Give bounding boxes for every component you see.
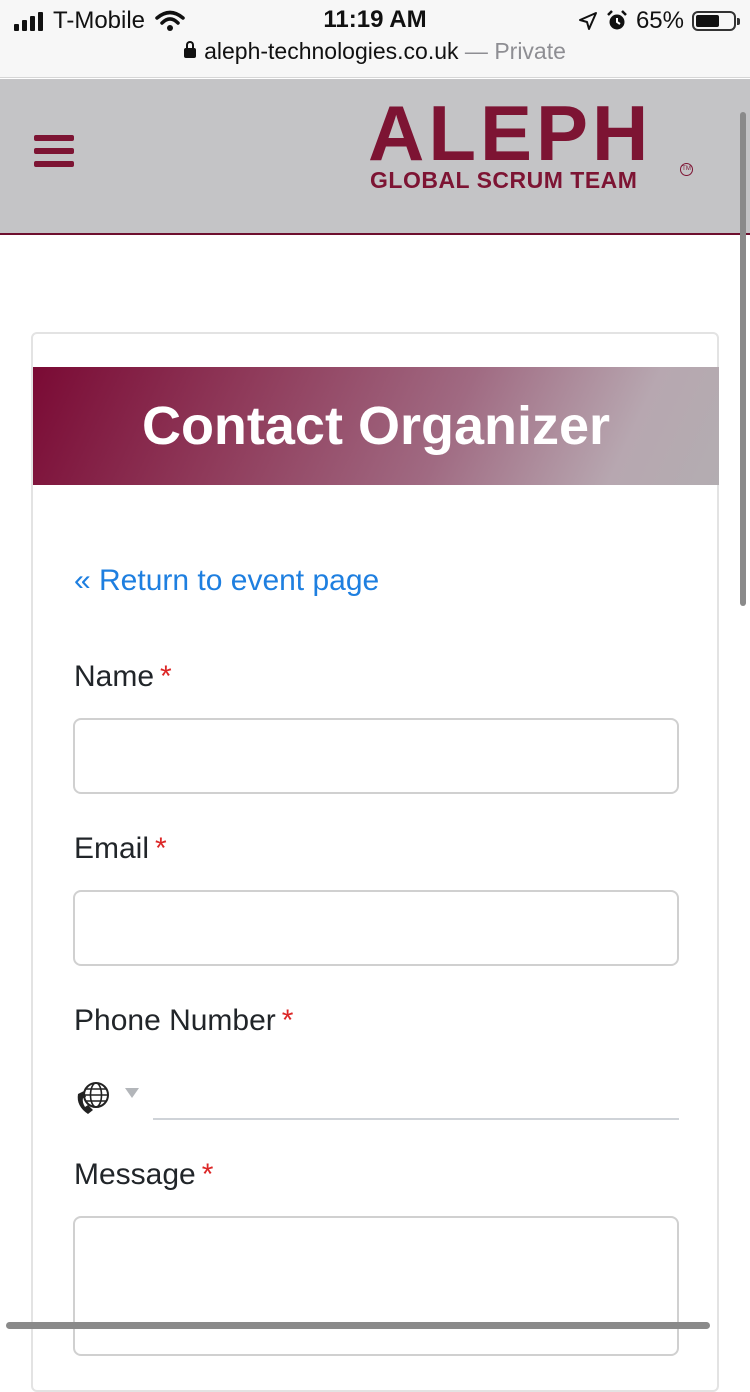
phone-label: Phone Number * (74, 1004, 293, 1038)
phone-input-row (73, 1076, 679, 1122)
card-banner: Contact Organizer (33, 367, 719, 485)
horizontal-scrollbar[interactable] (6, 1322, 710, 1329)
page-title: Contact Organizer (141, 396, 611, 456)
required-marker: * (160, 660, 172, 693)
aleph-logo[interactable]: ALEPH GLOBAL SCRUM TEAM TM (368, 93, 698, 213)
address-bar[interactable]: aleph-technologies.co.uk — Private (0, 38, 750, 65)
logo-tagline: GLOBAL SCRUM TEAM (370, 167, 638, 193)
email-label: Email * (74, 832, 167, 866)
private-mode-label: Private (494, 38, 566, 64)
globe-phone-icon[interactable] (75, 1080, 113, 1118)
required-marker: * (155, 832, 167, 865)
message-label-text: Message (74, 1158, 196, 1191)
return-to-event-link[interactable]: « Return to event page (74, 564, 379, 598)
name-label: Name * (74, 660, 172, 694)
hamburger-menu-icon[interactable] (34, 135, 74, 171)
logo-wordmark: ALEPH (368, 89, 653, 177)
trademark-mark: TM (680, 163, 693, 176)
required-marker: * (281, 1004, 294, 1037)
email-label-text: Email (74, 832, 150, 865)
battery-icon (692, 11, 740, 31)
site-header: ALEPH GLOBAL SCRUM TEAM TM (0, 79, 750, 235)
status-right: 65% (578, 6, 740, 36)
name-label-text: Name (74, 660, 155, 693)
phone-label-text: Phone Number (74, 1004, 276, 1037)
location-arrow-icon (578, 12, 597, 30)
message-label: Message * (74, 1158, 213, 1192)
alarm-clock-icon (607, 10, 627, 30)
lock-icon (184, 41, 197, 58)
country-dropdown-arrow-icon[interactable] (125, 1088, 139, 1098)
phone-number-input[interactable] (153, 1118, 679, 1120)
vertical-scrollbar[interactable] (740, 112, 746, 606)
url-separator: — (458, 38, 495, 64)
status-bar: T-Mobile 11:19 AM 65% aleph-technologies… (0, 0, 750, 78)
contact-card: Contact Organizer « Return to event page… (31, 332, 719, 1392)
battery-fill (696, 15, 720, 27)
name-input[interactable] (73, 718, 679, 794)
url-text: aleph-technologies.co.uk (204, 38, 459, 64)
battery-percent: 65% (635, 7, 684, 34)
required-marker: * (201, 1158, 214, 1191)
email-input[interactable] (73, 890, 679, 966)
message-textarea[interactable] (73, 1216, 679, 1356)
